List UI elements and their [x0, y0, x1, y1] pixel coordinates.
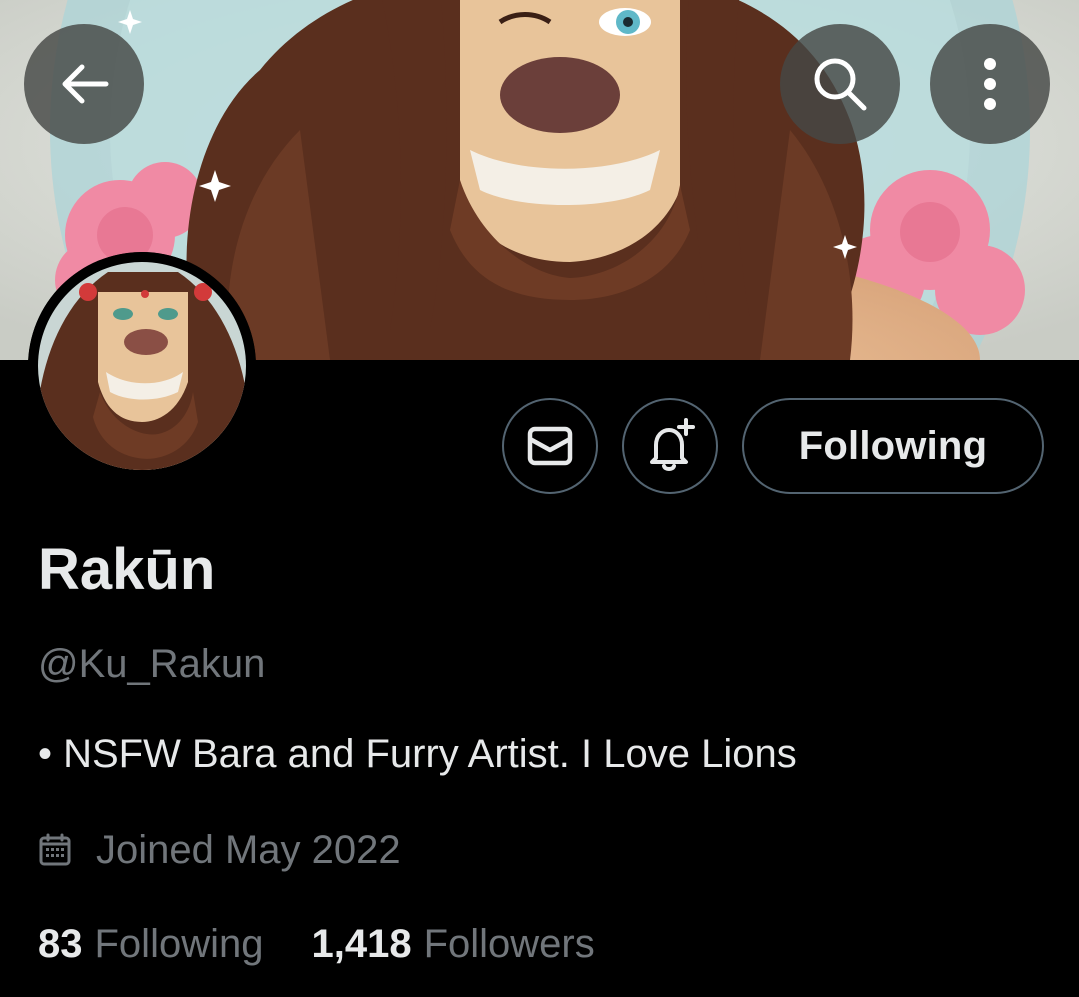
- avatar[interactable]: [28, 252, 256, 480]
- arrow-left-icon: [62, 64, 109, 104]
- following-stat-link[interactable]: 83 Following: [38, 914, 263, 974]
- notifications-button[interactable]: [622, 398, 718, 494]
- more-vertical-icon: [984, 58, 996, 110]
- avatar-image: [28, 252, 256, 480]
- joined-date-text: Joined May 2022: [96, 828, 401, 872]
- bell-plus-icon: [650, 418, 695, 471]
- profile-page: Following Rakūn @Ku_Rakun • NSFW Bara an…: [0, 0, 1079, 997]
- followers-stat-link[interactable]: 1,418 Followers: [311, 914, 594, 974]
- message-button[interactable]: [502, 398, 598, 494]
- following-label: Following: [94, 922, 264, 966]
- back-button[interactable]: [24, 24, 144, 144]
- calendar-icon: [39, 833, 71, 866]
- following-button-label: Following: [798, 423, 988, 468]
- mail-icon: [527, 426, 573, 466]
- following-button[interactable]: Following: [742, 398, 1044, 494]
- display-name: Rakūn: [38, 537, 216, 602]
- joined-date: Joined May 2022: [38, 822, 401, 878]
- user-handle: @Ku_Rakun: [38, 642, 266, 686]
- more-options-button[interactable]: [930, 24, 1050, 144]
- search-icon: [814, 58, 867, 111]
- following-count: 83: [38, 922, 83, 966]
- profile-bio: • NSFW Bara and Furry Artist. I Love Lio…: [38, 732, 797, 776]
- followers-count: 1,418: [311, 922, 412, 966]
- followers-label: Followers: [423, 922, 595, 966]
- search-button[interactable]: [780, 24, 900, 144]
- profile-stats: 83 Following 1,418 Followers: [38, 914, 595, 974]
